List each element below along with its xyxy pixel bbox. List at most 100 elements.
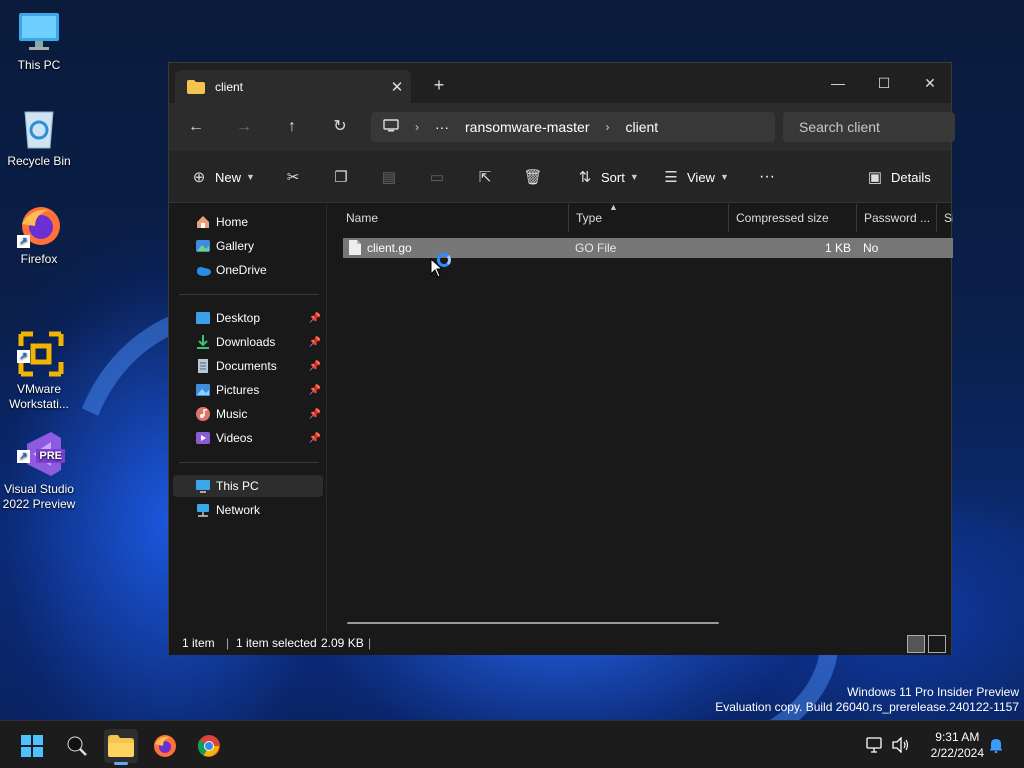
breadcrumb-ransomware-master[interactable]: ransomware-master [465, 119, 589, 135]
breadcrumb-ellipsis[interactable]: ··· [435, 119, 449, 135]
title-bar: client ✕ + — ☐ ✕ [169, 63, 951, 103]
new-tab-button[interactable]: + [427, 75, 451, 96]
rename-button[interactable]: ▭ [427, 166, 453, 188]
nav-item-documents[interactable]: Documents 📌 [173, 355, 323, 377]
view-button[interactable]: ☰ View ▼ [661, 166, 729, 188]
column-header-password[interactable]: Password ... [857, 204, 937, 232]
status-bar: 1 item | 1 item selected 2.09 KB | [169, 633, 951, 655]
column-header-type[interactable]: Type [569, 204, 729, 232]
nav-item-gallery[interactable]: Gallery [173, 235, 323, 257]
file-name: client.go [367, 241, 412, 255]
downloads-icon [195, 334, 211, 350]
volume-tray-icon[interactable] [892, 721, 910, 768]
nav-item-videos[interactable]: Videos 📌 [173, 427, 323, 449]
copy-button[interactable]: ❐ [331, 166, 357, 188]
pin-icon[interactable]: 📌 [309, 361, 321, 372]
desktop-icon-this-pc[interactable]: This PC [1, 10, 77, 73]
shortcut-arrow-icon: ↗ [17, 350, 30, 363]
music-icon [195, 406, 211, 422]
details-view-icon[interactable] [907, 635, 925, 653]
start-icon[interactable] [15, 729, 49, 763]
recycle-bin-icon [17, 106, 61, 150]
nav-item-label: Downloads [216, 335, 276, 349]
desktop-icon-recycle-bin[interactable]: Recycle Bin [1, 106, 77, 169]
trash-icon: 🗑 [523, 169, 543, 186]
sort-button[interactable]: ⇅ Sort ▼ [575, 166, 639, 188]
pin-icon[interactable]: 📌 [309, 337, 321, 348]
column-header-compressed-size[interactable]: Compressed size [729, 204, 857, 232]
vmware-icon: ↗ [17, 315, 64, 377]
nav-item-downloads[interactable]: Downloads 📌 [173, 331, 323, 353]
back-arrow-icon[interactable]: ← [182, 115, 210, 139]
breadcrumb[interactable]: › ··· ransomware-master › client [371, 112, 775, 142]
nav-divider [179, 462, 319, 463]
chevron-right-icon[interactable]: › [415, 120, 419, 134]
sort-icon: ⇅ [578, 169, 592, 186]
firefox-icon: ↗ [17, 204, 61, 248]
nav-item-label: Network [216, 503, 261, 517]
nav-item-label: Gallery [216, 239, 255, 253]
large-icons-view-icon[interactable] [928, 635, 946, 653]
nav-item-label: Pictures [216, 383, 260, 397]
pin-icon[interactable]: 📌 [309, 409, 321, 420]
maximize-button[interactable]: ☐ [861, 69, 907, 97]
breadcrumb-client[interactable]: client [625, 119, 658, 135]
file-explorer-icon[interactable] [104, 729, 138, 765]
column-header-name[interactable]: Name [339, 204, 569, 232]
share-button[interactable]: ⇱ [475, 166, 501, 188]
refresh-icon[interactable]: ↻ [326, 115, 354, 139]
taskbar-clock[interactable]: 9:31 AM 2/22/2024 [931, 729, 984, 761]
rename-icon: ▭ [429, 169, 445, 186]
status-selected: 1 item selected [236, 636, 317, 650]
network-tray-icon[interactable] [866, 721, 886, 768]
command-bar: ⊕ New ▼ ✂ ❐ ▤ ▭ ⇱ 🗑 ⇅ Sort ▼ ☰ View ▼ ··… [169, 151, 951, 203]
pin-icon[interactable]: 📌 [309, 385, 321, 396]
desktop-icon-visual-studio[interactable]: PRE ↗ Visual Studio 2022 Preview [1, 400, 77, 527]
desktop-icon-label: Firefox [20, 252, 58, 266]
notification-bell-icon[interactable] [988, 721, 1004, 768]
nav-item-label: Desktop [216, 311, 261, 325]
visual-studio-icon: PRE ↗ [17, 415, 65, 476]
minimize-button[interactable]: — [815, 69, 861, 97]
chrome-icon[interactable] [192, 729, 226, 763]
nav-item-pictures[interactable]: Pictures 📌 [173, 379, 323, 401]
close-button[interactable]: ✕ [907, 69, 953, 97]
cut-button[interactable]: ✂ [283, 166, 309, 188]
desktop-folder-icon [195, 310, 211, 326]
chevron-down-icon: ▼ [246, 172, 255, 182]
nav-item-home[interactable]: Home [173, 211, 323, 233]
up-arrow-icon[interactable]: ↑ [278, 115, 306, 139]
file-compressed-size: 1 KB [825, 241, 852, 255]
nav-item-network[interactable]: Network [173, 499, 323, 521]
desktop-icon-firefox[interactable]: ↗ Firefox [1, 204, 77, 267]
watermark-line-2: Evaluation copy. Build 26040.rs_prerelea… [715, 700, 1019, 714]
status-item-count: 1 item [182, 636, 215, 650]
search-icon[interactable] [60, 729, 94, 763]
column-header-size[interactable]: Si [937, 204, 953, 232]
view-list-icon: ☰ [664, 169, 678, 186]
nav-item-onedrive[interactable]: OneDrive [173, 259, 323, 281]
search-input[interactable]: Search client [783, 112, 955, 142]
clock-date: 2/22/2024 [930, 746, 984, 760]
pin-icon[interactable]: 📌 [309, 433, 321, 444]
monitor-icon[interactable] [383, 118, 399, 136]
tab-close-icon[interactable]: ✕ [383, 78, 411, 96]
nav-item-desktop[interactable]: Desktop 📌 [173, 307, 323, 329]
horizontal-scrollbar[interactable] [347, 622, 719, 624]
forward-arrow-icon[interactable]: → [230, 115, 258, 139]
firefox-icon[interactable] [148, 729, 182, 763]
table-row[interactable]: client.go GO File 1 KB No [343, 238, 953, 258]
delete-button[interactable]: 🗑 [523, 166, 549, 188]
file-icon [349, 240, 361, 258]
tab-client[interactable]: client ✕ [175, 70, 411, 103]
clipboard-icon: ▤ [381, 169, 397, 186]
nav-item-this-pc[interactable]: This PC [173, 475, 323, 497]
new-button[interactable]: ⊕ New ▼ [189, 166, 255, 188]
details-button[interactable]: ▣ Details [865, 166, 931, 188]
nav-divider [179, 294, 319, 295]
nav-item-music[interactable]: Music 📌 [173, 403, 323, 425]
more-options-button[interactable]: ··· [759, 166, 775, 188]
chevron-right-icon[interactable]: › [605, 120, 609, 134]
paste-button[interactable]: ▤ [379, 166, 405, 188]
pin-icon[interactable]: 📌 [309, 313, 321, 324]
